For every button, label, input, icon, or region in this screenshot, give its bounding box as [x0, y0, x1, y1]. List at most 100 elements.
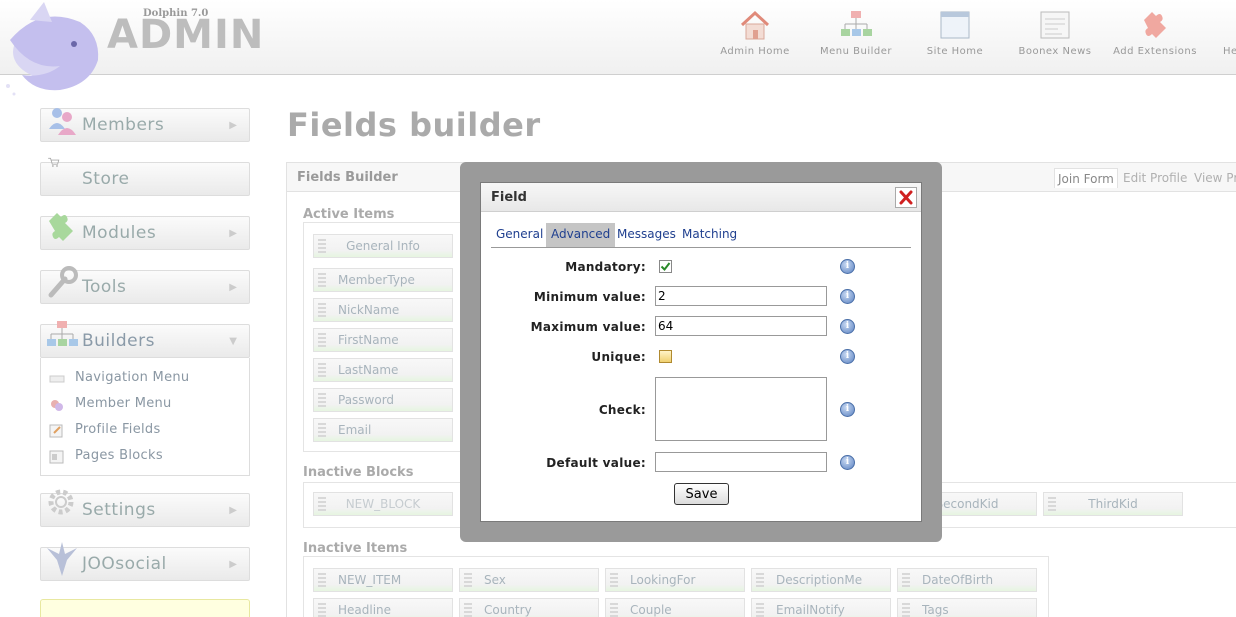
- chevron-right-icon: ▶: [229, 505, 237, 516]
- active-field-item[interactable]: NickName: [313, 298, 453, 322]
- active-block-item[interactable]: General Info: [313, 234, 453, 258]
- sidebar-label: JOOsocial: [82, 554, 167, 574]
- inactive-field-item[interactable]: Couple: [605, 598, 745, 617]
- item-label: FirstName: [338, 333, 399, 347]
- info-icon[interactable]: i: [840, 289, 855, 304]
- save-button[interactable]: Save: [674, 483, 729, 505]
- item-label: LastName: [338, 363, 399, 377]
- admin-header: Dolphin 7.0 ADMIN Admin Home Menu Builde…: [0, 0, 1236, 96]
- tab-messages[interactable]: Messages: [612, 223, 681, 247]
- nav-admin-home[interactable]: Admin Home: [705, 8, 805, 57]
- page-title: Fields builder: [287, 106, 541, 144]
- sidebar-item-tools[interactable]: Tools ▶: [40, 266, 250, 304]
- info-icon[interactable]: i: [840, 349, 855, 364]
- nav-add-extensions[interactable]: Add Extensions: [1105, 8, 1205, 57]
- drag-handle-icon: [610, 573, 618, 587]
- nav-label: Site Home: [926, 46, 984, 57]
- submenu-label: Member Menu: [75, 396, 172, 411]
- sidebar-item-store[interactable]: Store: [40, 157, 250, 196]
- unique-checkbox[interactable]: [659, 350, 672, 363]
- tab-matching[interactable]: Matching: [677, 223, 742, 247]
- mandatory-label: Mandatory:: [565, 260, 646, 274]
- item-label: LookingFor: [630, 573, 696, 587]
- minimum-value-input[interactable]: [655, 286, 827, 306]
- item-label: Tags: [922, 603, 949, 617]
- sidebar-item-members[interactable]: Members ▶: [40, 108, 250, 142]
- active-items-title: Active Items: [303, 207, 395, 222]
- dolphin-logo-icon: [6, 2, 99, 96]
- nav-site-home[interactable]: Site Home: [905, 8, 1005, 57]
- drag-handle-icon: [318, 573, 326, 587]
- wrench-icon: [48, 266, 78, 298]
- nav-boonex-news[interactable]: Boonex News: [1005, 8, 1105, 57]
- tab-general[interactable]: General: [491, 223, 548, 247]
- mandatory-checkbox[interactable]: [659, 260, 672, 273]
- maximum-value-label: Maximum value:: [530, 320, 646, 334]
- default-value-input[interactable]: [655, 452, 827, 472]
- close-button[interactable]: [895, 187, 917, 208]
- info-icon[interactable]: i: [840, 455, 855, 470]
- item-label: Password: [338, 393, 395, 407]
- help-icon: [1219, 8, 1236, 42]
- nav-help[interactable]: He: [1206, 8, 1236, 57]
- inactive-field-item[interactable]: Headline: [313, 598, 453, 617]
- sidebar-item-joosocial[interactable]: JOOsocial ▶: [40, 542, 250, 581]
- active-field-item[interactable]: MemberType: [313, 268, 453, 292]
- inactive-block-item[interactable]: NEW_BLOCK: [313, 492, 453, 516]
- maximum-value-input[interactable]: [655, 316, 827, 336]
- chevron-right-icon: ▶: [229, 228, 237, 239]
- window-icon: [940, 11, 970, 39]
- active-field-item[interactable]: Email: [313, 418, 453, 442]
- admin-logo-text: ADMIN: [107, 12, 265, 58]
- drag-handle-icon: [610, 603, 618, 617]
- drag-handle-icon: [318, 603, 326, 617]
- inactive-field-item[interactable]: DescriptionMe: [751, 568, 891, 592]
- active-field-item[interactable]: Password: [313, 388, 453, 412]
- sidebar-item-builders[interactable]: Builders ▼: [40, 321, 250, 358]
- puzzle-icon: [49, 213, 73, 241]
- sitemap-icon: [47, 321, 78, 346]
- builders-submenu: Navigation Menu Member Menu Profile Fiel…: [40, 358, 250, 476]
- tab-view-profile[interactable]: View Pr: [1191, 168, 1236, 188]
- puzzle-icon: [1144, 12, 1166, 38]
- chevron-right-icon: ▶: [229, 120, 237, 131]
- tab-edit-profile[interactable]: Edit Profile: [1120, 168, 1190, 188]
- item-label: DateOfBirth: [922, 573, 994, 587]
- inactive-field-item[interactable]: Sex: [459, 568, 599, 592]
- member-menu-icon: [51, 400, 63, 411]
- sidebar-item-modules[interactable]: Modules ▶: [40, 213, 250, 250]
- submenu-label: Navigation Menu: [75, 370, 190, 385]
- inactive-field-item[interactable]: NEW_ITEM: [313, 568, 453, 592]
- sidebar-item-settings[interactable]: Settings ▶: [40, 489, 250, 527]
- drag-handle-icon: [756, 603, 764, 617]
- check-textarea[interactable]: [655, 377, 827, 441]
- menu-bar-icon: [49, 375, 65, 383]
- inactive-block-item[interactable]: ThirdKid: [1043, 492, 1183, 516]
- sitemap-icon: [841, 11, 872, 36]
- inactive-field-item[interactable]: Country: [459, 598, 599, 617]
- profile-fields-icon: [49, 424, 63, 438]
- inactive-blocks-title: Inactive Blocks: [303, 465, 414, 480]
- item-label: Couple: [630, 603, 672, 617]
- info-icon[interactable]: i: [840, 259, 855, 274]
- drag-handle-icon: [318, 393, 326, 407]
- nav-label: Boonex News: [1018, 46, 1092, 57]
- tab-join-form[interactable]: Join Form: [1054, 168, 1118, 188]
- fields-builder-title: Fields Builder: [297, 170, 398, 185]
- active-field-item[interactable]: LastName: [313, 358, 453, 382]
- inactive-items-title: Inactive Items: [303, 541, 408, 556]
- dialog-title: Field: [491, 190, 527, 205]
- info-icon[interactable]: i: [840, 402, 855, 417]
- inactive-field-item[interactable]: Tags: [897, 598, 1037, 617]
- tab-advanced[interactable]: Advanced: [546, 223, 616, 247]
- drag-handle-icon: [902, 573, 910, 587]
- inactive-field-item[interactable]: EmailNotify: [751, 598, 891, 617]
- minimum-value-label: Minimum value:: [533, 290, 646, 304]
- inactive-field-item[interactable]: DateOfBirth: [897, 568, 1037, 592]
- inactive-field-item[interactable]: LookingFor: [605, 568, 745, 592]
- unique-label: Unique:: [591, 350, 646, 364]
- active-field-item[interactable]: FirstName: [313, 328, 453, 352]
- item-label: Country: [484, 603, 532, 617]
- info-icon[interactable]: i: [840, 319, 855, 334]
- nav-menu-builder[interactable]: Menu Builder: [806, 8, 906, 57]
